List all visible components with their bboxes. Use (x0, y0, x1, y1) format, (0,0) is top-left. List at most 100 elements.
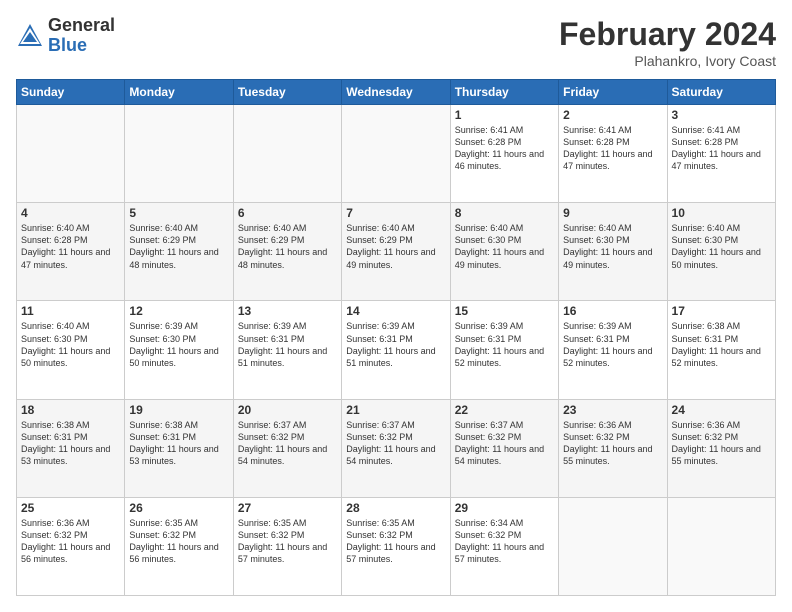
calendar-cell (17, 105, 125, 203)
calendar-cell: 6 Sunrise: 6:40 AM Sunset: 6:29 PM Daylig… (233, 203, 341, 301)
day-info: Sunrise: 6:34 AM Sunset: 6:32 PM Dayligh… (455, 517, 554, 566)
day-number: 12 (129, 304, 228, 318)
day-info: Sunrise: 6:41 AM Sunset: 6:28 PM Dayligh… (455, 124, 554, 173)
day-info: Sunrise: 6:39 AM Sunset: 6:31 PM Dayligh… (346, 320, 445, 369)
logo-icon (16, 22, 44, 50)
calendar-week-row: 11 Sunrise: 6:40 AM Sunset: 6:30 PM Dayli… (17, 301, 776, 399)
day-info: Sunrise: 6:40 AM Sunset: 6:30 PM Dayligh… (563, 222, 662, 271)
calendar-cell: 11 Sunrise: 6:40 AM Sunset: 6:30 PM Dayli… (17, 301, 125, 399)
day-number: 7 (346, 206, 445, 220)
calendar-day-header: Saturday (667, 80, 775, 105)
day-info: Sunrise: 6:37 AM Sunset: 6:32 PM Dayligh… (238, 419, 337, 468)
calendar-cell (342, 105, 450, 203)
day-info: Sunrise: 6:41 AM Sunset: 6:28 PM Dayligh… (563, 124, 662, 173)
day-number: 13 (238, 304, 337, 318)
day-info: Sunrise: 6:41 AM Sunset: 6:28 PM Dayligh… (672, 124, 771, 173)
calendar-cell: 4 Sunrise: 6:40 AM Sunset: 6:28 PM Daylig… (17, 203, 125, 301)
calendar-cell: 9 Sunrise: 6:40 AM Sunset: 6:30 PM Daylig… (559, 203, 667, 301)
calendar-day-header: Monday (125, 80, 233, 105)
calendar-cell: 1 Sunrise: 6:41 AM Sunset: 6:28 PM Daylig… (450, 105, 558, 203)
day-info: Sunrise: 6:39 AM Sunset: 6:30 PM Dayligh… (129, 320, 228, 369)
calendar-cell: 16 Sunrise: 6:39 AM Sunset: 6:31 PM Dayli… (559, 301, 667, 399)
calendar-week-row: 4 Sunrise: 6:40 AM Sunset: 6:28 PM Daylig… (17, 203, 776, 301)
day-info: Sunrise: 6:37 AM Sunset: 6:32 PM Dayligh… (455, 419, 554, 468)
day-info: Sunrise: 6:38 AM Sunset: 6:31 PM Dayligh… (129, 419, 228, 468)
calendar-week-row: 18Sunrise: 6:38 AM Sunset: 6:31 PM Dayli… (17, 399, 776, 497)
calendar-cell: 23Sunrise: 6:36 AM Sunset: 6:32 PM Dayli… (559, 399, 667, 497)
logo-blue-text: Blue (48, 36, 115, 56)
calendar-cell: 3 Sunrise: 6:41 AM Sunset: 6:28 PM Daylig… (667, 105, 775, 203)
day-number: 9 (563, 206, 662, 220)
day-number: 6 (238, 206, 337, 220)
day-number: 14 (346, 304, 445, 318)
logo: General Blue (16, 16, 115, 56)
calendar-cell (667, 497, 775, 595)
day-number: 5 (129, 206, 228, 220)
header: General Blue February 2024 Plahankro, Iv… (16, 16, 776, 69)
day-number: 28 (346, 501, 445, 515)
calendar-day-header: Tuesday (233, 80, 341, 105)
calendar-week-row: 25Sunrise: 6:36 AM Sunset: 6:32 PM Dayli… (17, 497, 776, 595)
day-number: 1 (455, 108, 554, 122)
calendar-cell (559, 497, 667, 595)
day-number: 29 (455, 501, 554, 515)
day-info: Sunrise: 6:35 AM Sunset: 6:32 PM Dayligh… (238, 517, 337, 566)
day-number: 19 (129, 403, 228, 417)
day-number: 21 (346, 403, 445, 417)
day-number: 11 (21, 304, 120, 318)
day-info: Sunrise: 6:40 AM Sunset: 6:30 PM Dayligh… (672, 222, 771, 271)
calendar-cell: 25Sunrise: 6:36 AM Sunset: 6:32 PM Dayli… (17, 497, 125, 595)
calendar-cell: 13 Sunrise: 6:39 AM Sunset: 6:31 PM Dayli… (233, 301, 341, 399)
calendar-cell: 28 Sunrise: 6:35 AM Sunset: 6:32 PM Dayli… (342, 497, 450, 595)
day-number: 8 (455, 206, 554, 220)
calendar-cell: 8 Sunrise: 6:40 AM Sunset: 6:30 PM Daylig… (450, 203, 558, 301)
calendar-cell (233, 105, 341, 203)
day-number: 16 (563, 304, 662, 318)
day-info: Sunrise: 6:38 AM Sunset: 6:31 PM Dayligh… (21, 419, 120, 468)
day-info: Sunrise: 6:40 AM Sunset: 6:28 PM Dayligh… (21, 222, 120, 271)
calendar-cell: 26 Sunrise: 6:35 AM Sunset: 6:32 PM Dayli… (125, 497, 233, 595)
day-info: Sunrise: 6:40 AM Sunset: 6:30 PM Dayligh… (455, 222, 554, 271)
day-info: Sunrise: 6:40 AM Sunset: 6:30 PM Dayligh… (21, 320, 120, 369)
calendar-table: SundayMondayTuesdayWednesdayThursdayFrid… (16, 79, 776, 596)
title-section: February 2024 Plahankro, Ivory Coast (559, 16, 776, 69)
day-number: 26 (129, 501, 228, 515)
day-info: Sunrise: 6:36 AM Sunset: 6:32 PM Dayligh… (21, 517, 120, 566)
subtitle: Plahankro, Ivory Coast (559, 53, 776, 69)
calendar-cell (125, 105, 233, 203)
day-number: 20 (238, 403, 337, 417)
calendar-week-row: 1 Sunrise: 6:41 AM Sunset: 6:28 PM Daylig… (17, 105, 776, 203)
day-number: 4 (21, 206, 120, 220)
day-number: 15 (455, 304, 554, 318)
calendar-cell: 18Sunrise: 6:38 AM Sunset: 6:31 PM Dayli… (17, 399, 125, 497)
day-info: Sunrise: 6:39 AM Sunset: 6:31 PM Dayligh… (238, 320, 337, 369)
day-number: 3 (672, 108, 771, 122)
day-info: Sunrise: 6:40 AM Sunset: 6:29 PM Dayligh… (129, 222, 228, 271)
day-info: Sunrise: 6:39 AM Sunset: 6:31 PM Dayligh… (563, 320, 662, 369)
calendar-cell: 27Sunrise: 6:35 AM Sunset: 6:32 PM Dayli… (233, 497, 341, 595)
calendar-day-header: Thursday (450, 80, 558, 105)
day-info: Sunrise: 6:35 AM Sunset: 6:32 PM Dayligh… (346, 517, 445, 566)
calendar-cell: 5 Sunrise: 6:40 AM Sunset: 6:29 PM Daylig… (125, 203, 233, 301)
calendar-cell: 17Sunrise: 6:38 AM Sunset: 6:31 PM Dayli… (667, 301, 775, 399)
calendar-cell: 2 Sunrise: 6:41 AM Sunset: 6:28 PM Daylig… (559, 105, 667, 203)
calendar-cell: 12 Sunrise: 6:39 AM Sunset: 6:30 PM Dayli… (125, 301, 233, 399)
calendar-cell: 21 Sunrise: 6:37 AM Sunset: 6:32 PM Dayli… (342, 399, 450, 497)
calendar-day-header: Wednesday (342, 80, 450, 105)
day-number: 22 (455, 403, 554, 417)
day-info: Sunrise: 6:40 AM Sunset: 6:29 PM Dayligh… (238, 222, 337, 271)
day-number: 24 (672, 403, 771, 417)
logo-general-text: General (48, 16, 115, 36)
calendar-header-row: SundayMondayTuesdayWednesdayThursdayFrid… (17, 80, 776, 105)
day-info: Sunrise: 6:37 AM Sunset: 6:32 PM Dayligh… (346, 419, 445, 468)
calendar-cell: 10Sunrise: 6:40 AM Sunset: 6:30 PM Dayli… (667, 203, 775, 301)
calendar-day-header: Friday (559, 80, 667, 105)
calendar-cell: 29 Sunrise: 6:34 AM Sunset: 6:32 PM Dayli… (450, 497, 558, 595)
calendar-cell: 7 Sunrise: 6:40 AM Sunset: 6:29 PM Daylig… (342, 203, 450, 301)
day-info: Sunrise: 6:38 AM Sunset: 6:31 PM Dayligh… (672, 320, 771, 369)
day-number: 23 (563, 403, 662, 417)
calendar-cell: 15Sunrise: 6:39 AM Sunset: 6:31 PM Dayli… (450, 301, 558, 399)
day-number: 2 (563, 108, 662, 122)
day-info: Sunrise: 6:35 AM Sunset: 6:32 PM Dayligh… (129, 517, 228, 566)
day-info: Sunrise: 6:40 AM Sunset: 6:29 PM Dayligh… (346, 222, 445, 271)
